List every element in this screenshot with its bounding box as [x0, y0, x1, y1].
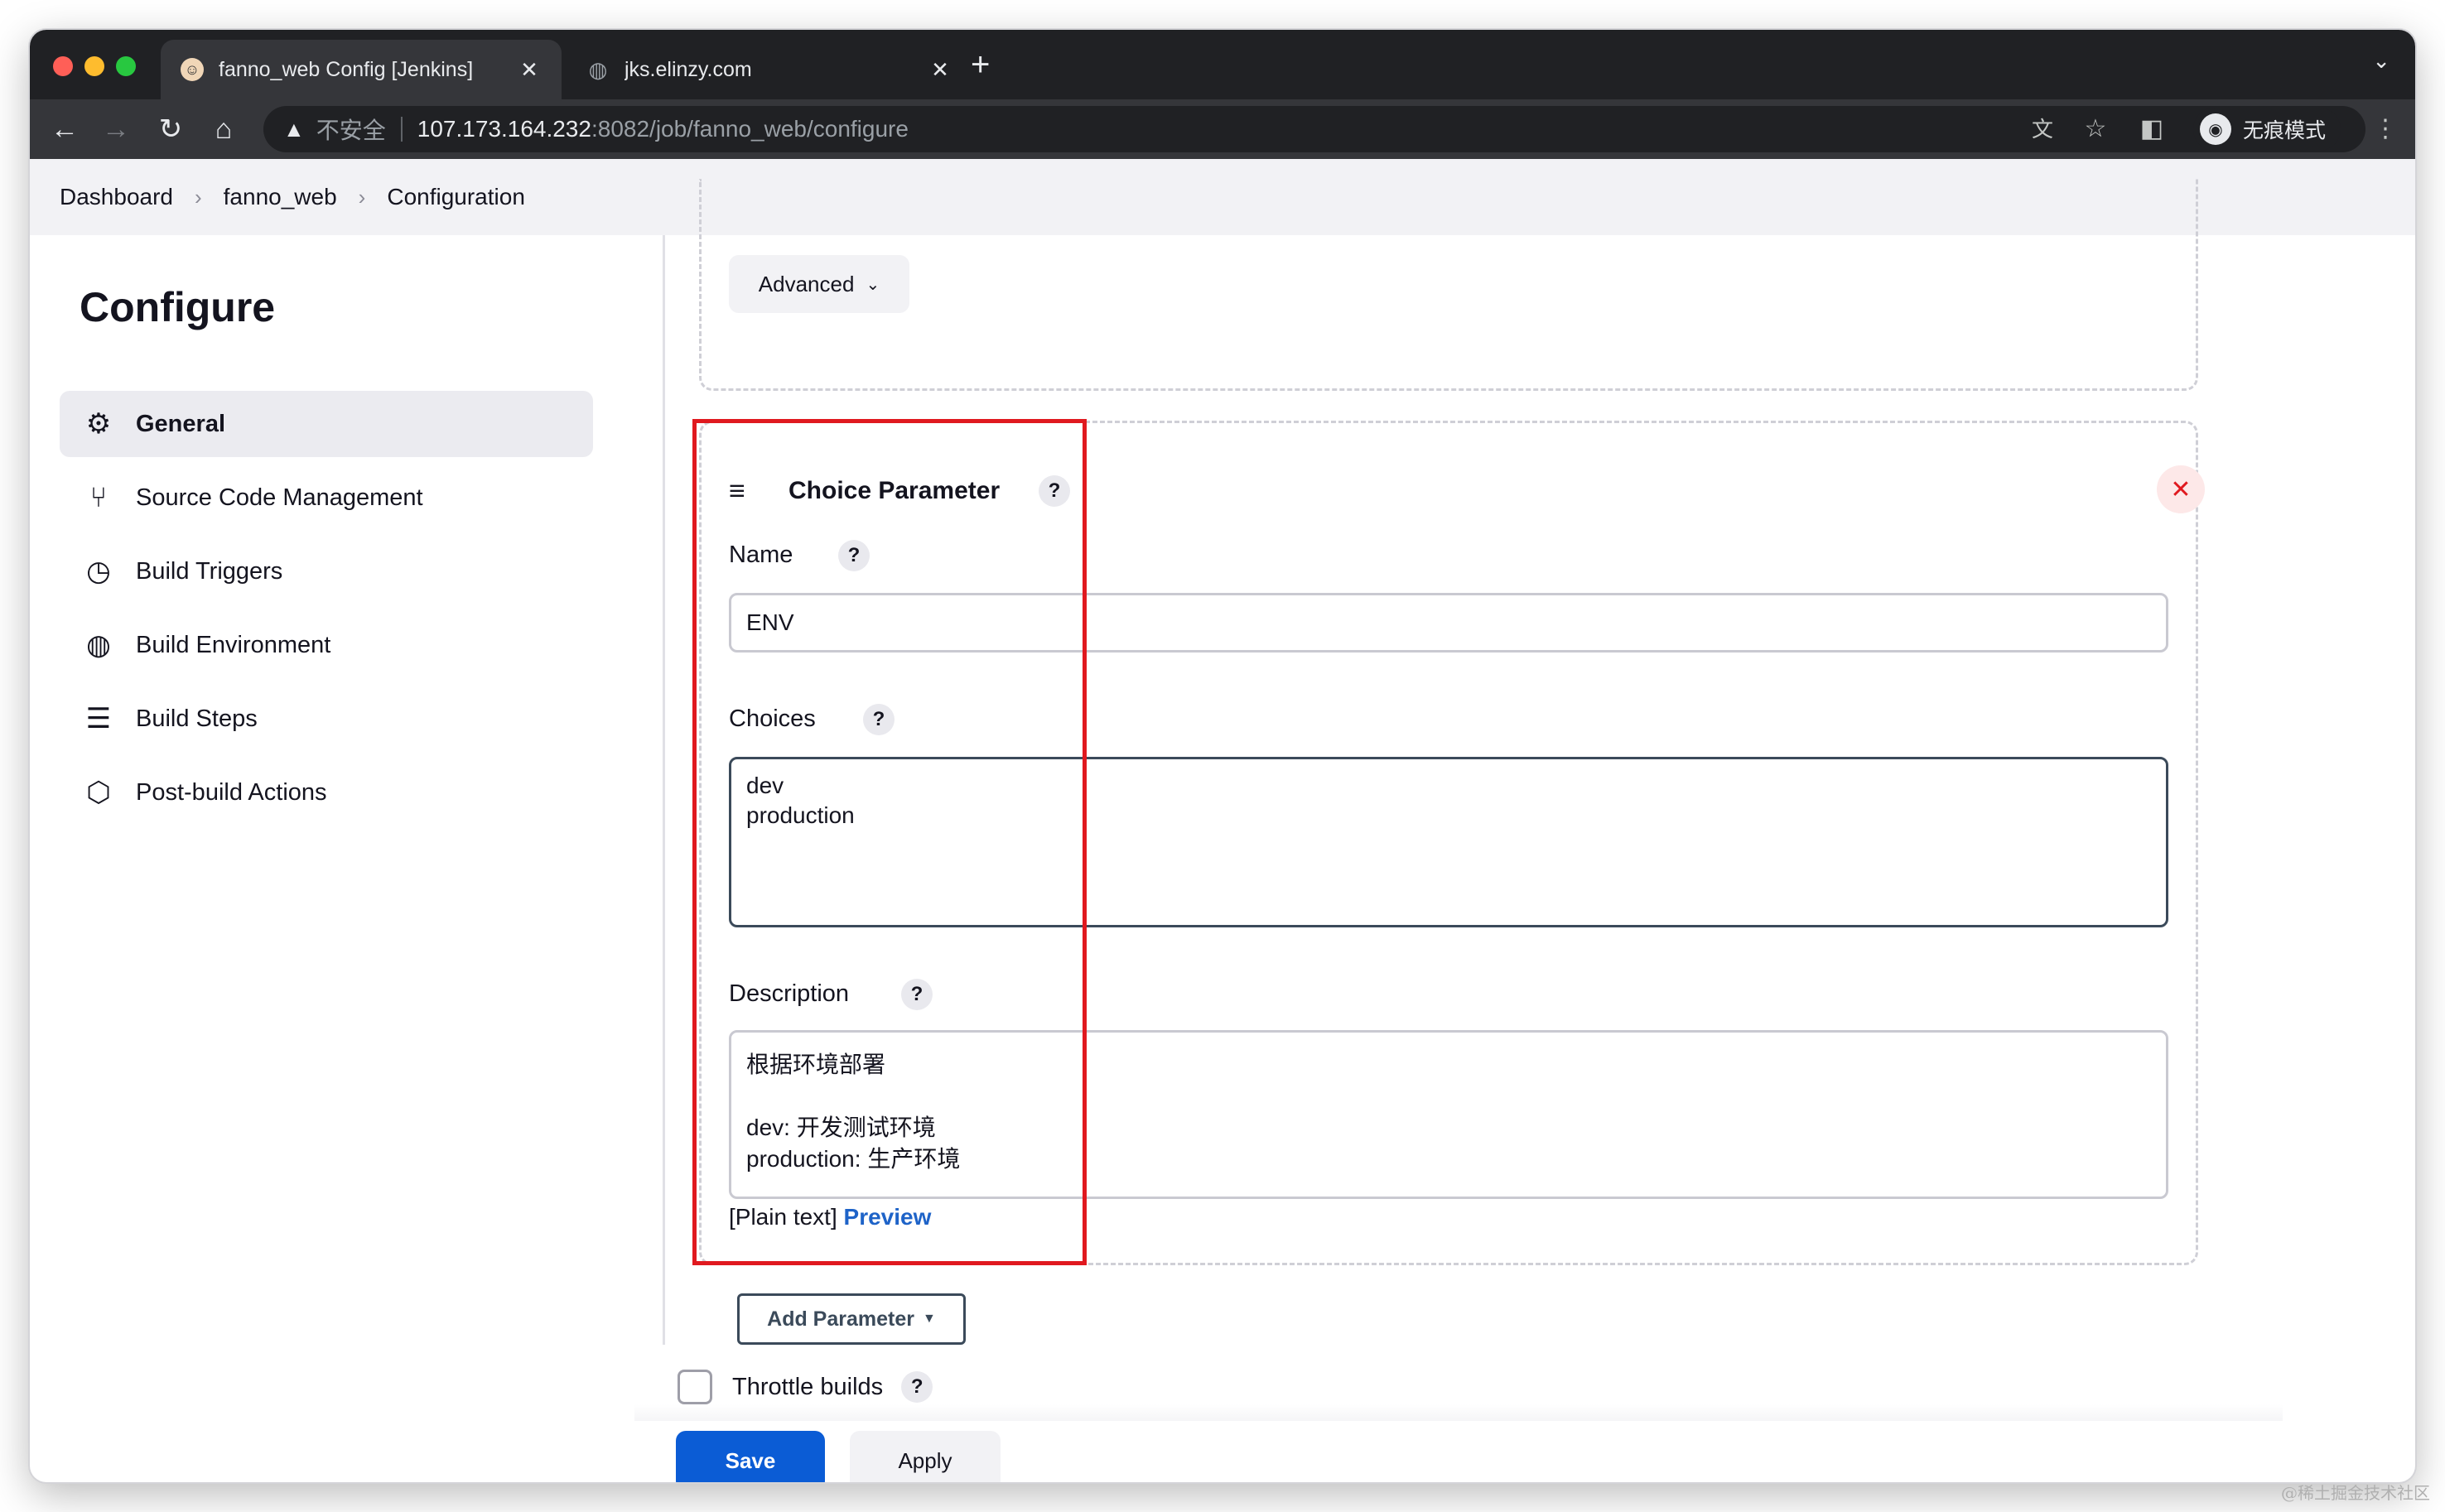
back-arrow-icon[interactable]: ← [46, 111, 83, 147]
sidebar-item-label: General [136, 410, 225, 437]
plain-text-label: [Plain text] [729, 1204, 837, 1230]
chevron-right-icon: › [358, 184, 366, 209]
sidebar-item-source-code-management[interactable]: ⑂ Source Code Management [60, 465, 593, 531]
incognito-label: 无痕模式 [2243, 119, 2327, 142]
advanced-label: Advanced [758, 271, 855, 296]
new-tab-icon[interactable]: + [971, 48, 990, 81]
globe-icon: ◍ [86, 629, 111, 661]
forward-arrow-icon[interactable]: → [98, 111, 134, 147]
sidebar-item-label: Build Triggers [136, 557, 283, 585]
caret-down-icon: ▼ [923, 1312, 936, 1326]
choices-label: Choices [729, 705, 816, 732]
side-panel-icon[interactable]: ◧ [2134, 111, 2170, 147]
more-menu-icon[interactable]: ⋮ [2367, 111, 2404, 147]
sidebar-item-build-environment[interactable]: ◍ Build Environment [60, 612, 593, 678]
sidebar-item-label: Post-build Actions [136, 778, 327, 806]
apply-button[interactable]: Apply [850, 1431, 1001, 1482]
clock-icon: ◷ [86, 556, 111, 587]
minimize-window-button[interactable] [84, 56, 104, 76]
sidebar-item-label: Source Code Management [136, 484, 423, 511]
help-icon[interactable]: ? [838, 540, 870, 571]
help-icon[interactable]: ? [863, 704, 895, 735]
branch-icon: ⑂ [89, 481, 108, 513]
package-icon: ⬡ [86, 777, 111, 808]
description-label: Description [729, 980, 850, 1007]
sidebar-nav: ⚙ General ⑂ Source Code Management ◷ Bui… [60, 391, 593, 833]
browser-tab-jenkins[interactable]: ☺ fanno_web Config [Jenkins] ✕ [161, 40, 562, 99]
preview-link[interactable]: Preview [844, 1204, 932, 1230]
breadcrumb-dashboard[interactable]: Dashboard [60, 184, 173, 210]
browser-window: ☺ fanno_web Config [Jenkins] ✕ ◍ jks.eli… [30, 30, 2415, 1482]
section-divider [663, 235, 665, 1345]
drag-handle-icon[interactable]: ≡ [729, 477, 745, 505]
incognito-icon: ◉ [2200, 113, 2231, 145]
translate-icon[interactable]: 文 [2024, 111, 2061, 147]
delete-parameter-button[interactable]: ✕ [2157, 465, 2205, 513]
tab-title: jks.elinzy.com [625, 57, 752, 81]
jenkins-favicon-icon: ☺ [181, 58, 204, 81]
add-parameter-label: Add Parameter [767, 1307, 914, 1331]
address-divider [400, 117, 403, 142]
save-button[interactable]: Save [676, 1431, 825, 1482]
name-input[interactable] [729, 593, 2168, 652]
sidebar-item-general[interactable]: ⚙ General [60, 391, 593, 457]
close-window-button[interactable] [53, 56, 73, 76]
url-path: :8082/job/fanno_web/configure [591, 116, 909, 142]
add-parameter-button[interactable]: Add Parameter ▼ [737, 1293, 966, 1345]
tab-search-chevron-icon[interactable]: ⌄ [2372, 48, 2390, 74]
warning-triangle-icon[interactable]: ▲ [283, 117, 305, 142]
browser-toolbar: ← → ↻ ⌂ ▲ 不安全 107.173.164.232 :8082/job/… [30, 99, 2415, 159]
tab-title: fanno_web Config [Jenkins] [219, 57, 474, 81]
breadcrumb-job[interactable]: fanno_web [224, 184, 337, 210]
throttle-builds-label: Throttle builds [732, 1373, 884, 1400]
sidebar-item-label: Build Environment [136, 631, 331, 658]
close-tab-icon[interactable]: ✕ [928, 57, 952, 83]
sidebar-item-post-build-actions[interactable]: ⬡ Post-build Actions [60, 759, 593, 826]
help-icon[interactable]: ? [901, 1371, 933, 1403]
url-host: 107.173.164.232 [417, 116, 591, 142]
sidebar-item-build-steps[interactable]: ☰ Build Steps [60, 686, 593, 752]
parameter-title: Choice Parameter [788, 477, 1001, 504]
incognito-profile-button[interactable]: ◉ 无痕模式 [2193, 108, 2341, 151]
footer-shadow [634, 1404, 2283, 1421]
security-label: 不安全 [316, 118, 386, 143]
browser-tab-jks[interactable]: ◍ jks.elinzy.com ✕ [567, 40, 972, 99]
previous-parameter-card [699, 179, 2198, 391]
page-title: Configure [80, 284, 276, 330]
tab-strip: ☺ fanno_web Config [Jenkins] ✕ ◍ jks.eli… [30, 30, 2415, 99]
home-icon[interactable]: ⌂ [205, 111, 242, 147]
advanced-button[interactable]: Advanced ⌄ [729, 255, 909, 313]
format-hint: [Plain text] Preview [729, 1204, 931, 1230]
sidebar-item-build-triggers[interactable]: ◷ Build Triggers [60, 538, 593, 604]
gear-icon: ⚙ [85, 408, 112, 440]
maximize-window-button[interactable] [116, 56, 136, 76]
throttle-builds-row: Throttle builds ? [678, 1370, 933, 1404]
choices-textarea[interactable]: dev production [729, 757, 2168, 927]
breadcrumb-configuration[interactable]: Configuration [387, 184, 525, 210]
chevron-down-icon: ⌄ [866, 275, 880, 294]
close-tab-icon[interactable]: ✕ [517, 57, 542, 83]
watermark: @稀土掘金技术社区 [2281, 1483, 2430, 1503]
list-icon: ☰ [85, 703, 112, 734]
help-icon[interactable]: ? [901, 979, 933, 1010]
bookmark-star-icon[interactable]: ☆ [2077, 111, 2114, 147]
sidebar-item-label: Build Steps [136, 705, 258, 732]
name-label: Name [729, 542, 793, 568]
help-icon[interactable]: ? [1039, 475, 1070, 507]
throttle-builds-checkbox[interactable] [678, 1370, 712, 1404]
description-textarea[interactable]: 根据环境部署 dev: 开发测试环境 production: 生产环境 [729, 1030, 2168, 1199]
chevron-right-icon: › [194, 184, 202, 209]
reload-icon[interactable]: ↻ [152, 111, 189, 147]
globe-favicon-icon: ◍ [588, 56, 608, 82]
